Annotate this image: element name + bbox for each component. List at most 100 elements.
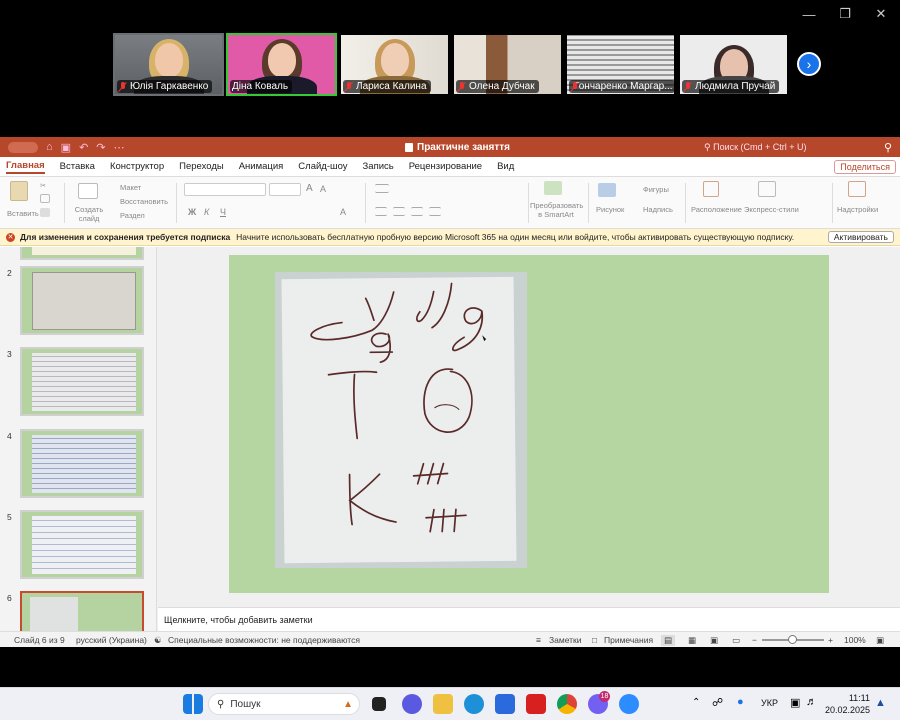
smartart-label[interactable]: Преобразовать в SmartArt — [530, 201, 583, 219]
section-button[interactable]: Раздел — [120, 211, 145, 220]
language-indicator[interactable]: русский (Украина) — [76, 635, 147, 645]
participant-tile[interactable]: Олена Дубчак — [452, 33, 563, 96]
align-left-icon[interactable] — [375, 207, 387, 216]
undo-icon[interactable]: ↶ — [79, 141, 88, 154]
align-right-icon[interactable] — [411, 207, 423, 216]
accessibility-icon[interactable]: ☯ — [154, 635, 162, 646]
microphone-icon[interactable]: ● — [737, 696, 744, 708]
textbox-button[interactable]: Надпись — [643, 205, 673, 214]
minimize-icon[interactable]: — — [798, 4, 820, 24]
comments-icon[interactable]: □ — [592, 635, 597, 645]
zoom-in-icon[interactable]: + — [828, 635, 833, 645]
tab-insert[interactable]: Вставка — [60, 161, 95, 172]
participant-tile[interactable]: Юлія Гаркавенко — [113, 33, 224, 96]
fit-to-window-icon[interactable]: ▣ — [876, 635, 884, 646]
save-icon[interactable]: ▣ — [61, 141, 71, 154]
more-icon[interactable]: ⋯ — [114, 141, 125, 154]
accessibility-status[interactable]: Специальные возможности: не поддерживают… — [168, 635, 360, 645]
windows-start-icon[interactable] — [183, 694, 203, 714]
bullets-icon[interactable] — [375, 184, 389, 193]
tab-design[interactable]: Конструктор — [110, 161, 164, 172]
add-ins-icon[interactable] — [848, 181, 866, 197]
participant-tile-active-speaker[interactable]: Діна Коваль — [226, 33, 337, 96]
zoom-out-icon[interactable]: − — [752, 635, 757, 645]
font-size-decrease-icon[interactable]: A — [320, 184, 326, 194]
notifications-bell-icon[interactable]: ▲ — [875, 697, 886, 709]
chrome-icon[interactable] — [557, 694, 577, 714]
close-icon[interactable]: ✕ — [870, 4, 892, 24]
notes-button[interactable]: Заметки — [549, 635, 582, 645]
quick-styles-icon[interactable] — [758, 181, 776, 197]
paste-icon[interactable] — [10, 181, 28, 201]
handwriting-photo[interactable] — [275, 272, 527, 568]
copy-icon[interactable] — [40, 194, 50, 203]
cut-icon[interactable]: ✂ — [40, 181, 50, 190]
window-traffic-lights[interactable] — [8, 141, 38, 153]
activate-button[interactable]: Активировать — [827, 231, 894, 243]
notes-icon[interactable]: ≡ — [536, 635, 541, 645]
slide-thumbnail-selected[interactable] — [20, 591, 144, 631]
reading-view-icon[interactable]: ▣ — [710, 635, 718, 646]
restore-icon[interactable]: ❐ — [834, 4, 856, 24]
tab-transitions[interactable]: Переходы — [179, 161, 224, 172]
task-view-icon[interactable] — [372, 697, 386, 711]
notes-pane[interactable]: Щелкните, чтобы добавить заметки — [158, 607, 900, 631]
account-icon[interactable]: ⚲ — [884, 141, 892, 154]
slideshow-icon[interactable]: ▭ — [732, 635, 740, 646]
font-size-select[interactable] — [269, 183, 301, 196]
app-icon-red[interactable] — [526, 694, 546, 714]
tab-home[interactable]: Главная — [6, 160, 45, 174]
shapes-button[interactable]: Фигуры — [643, 185, 669, 194]
picture-icon[interactable] — [598, 183, 616, 197]
quick-styles-label[interactable]: Экспресс-стили — [744, 205, 799, 214]
tab-review[interactable]: Рецензирование — [409, 161, 482, 172]
participant-tile[interactable]: Людмила Пручай — [678, 33, 789, 96]
reset-button[interactable]: Восстановить — [120, 197, 168, 206]
arrange-icon[interactable] — [703, 181, 719, 197]
font-color-icon[interactable]: A — [340, 207, 346, 217]
chevron-up-icon[interactable]: ⌃ — [692, 697, 700, 708]
edge-icon[interactable] — [464, 694, 484, 714]
new-slide-icon[interactable] — [78, 183, 98, 199]
next-participants-button[interactable]: › — [797, 52, 821, 76]
store-icon[interactable] — [495, 694, 515, 714]
justify-icon[interactable] — [429, 207, 441, 216]
taskbar-search[interactable]: ⚲ Пошук ▲ — [208, 693, 360, 715]
format-painter-icon[interactable] — [40, 208, 50, 217]
bold-icon[interactable]: Ж — [188, 207, 196, 217]
add-ins-label[interactable]: Надстройки — [837, 205, 878, 214]
participant-tile[interactable]: Лариса Калина — [339, 33, 450, 96]
slide-thumbnail[interactable] — [20, 347, 144, 416]
home-icon[interactable]: ⌂ — [46, 141, 53, 153]
slide-thumbnail-partial[interactable] — [20, 247, 144, 260]
tab-record[interactable]: Запись — [363, 161, 394, 172]
input-language[interactable]: УКР — [761, 698, 778, 708]
tab-animations[interactable]: Анимация — [239, 161, 284, 172]
file-explorer-icon[interactable] — [433, 694, 453, 714]
zoom-slider-thumb[interactable] — [788, 635, 797, 644]
tab-slideshow[interactable]: Слайд-шоу — [298, 161, 347, 172]
wifi-icon[interactable]: ▣ — [790, 696, 800, 709]
smartart-icon[interactable] — [544, 181, 562, 195]
align-center-icon[interactable] — [393, 207, 405, 216]
volume-icon[interactable]: ♬ — [806, 696, 817, 708]
zoom-level[interactable]: 100% — [844, 635, 866, 645]
underline-icon[interactable]: Ч — [220, 207, 226, 217]
slide-thumbnail[interactable] — [20, 429, 144, 498]
picture-label[interactable]: Рисунок — [596, 205, 624, 214]
slide-thumbnail[interactable] — [20, 510, 144, 579]
current-slide[interactable] — [229, 255, 829, 593]
share-button[interactable]: Поделиться — [834, 160, 896, 174]
layout-button[interactable]: Макет — [120, 183, 141, 192]
slide-sorter-icon[interactable]: ▦ — [688, 635, 696, 646]
participant-tile[interactable]: Гончаренко Маргар... — [565, 33, 676, 96]
search-box[interactable]: ⚲ Поиск (Cmd + Ctrl + U) — [704, 142, 807, 153]
slide-thumbnail[interactable] — [20, 266, 144, 335]
comments-button[interactable]: Примечания — [604, 635, 653, 645]
chat-icon[interactable] — [402, 694, 422, 714]
network-icon[interactable]: ☍ — [712, 696, 723, 709]
tab-view[interactable]: Вид — [497, 161, 514, 172]
arrange-label[interactable]: Расположение — [691, 205, 742, 214]
font-name-select[interactable] — [184, 183, 266, 196]
italic-icon[interactable]: К — [204, 207, 209, 217]
